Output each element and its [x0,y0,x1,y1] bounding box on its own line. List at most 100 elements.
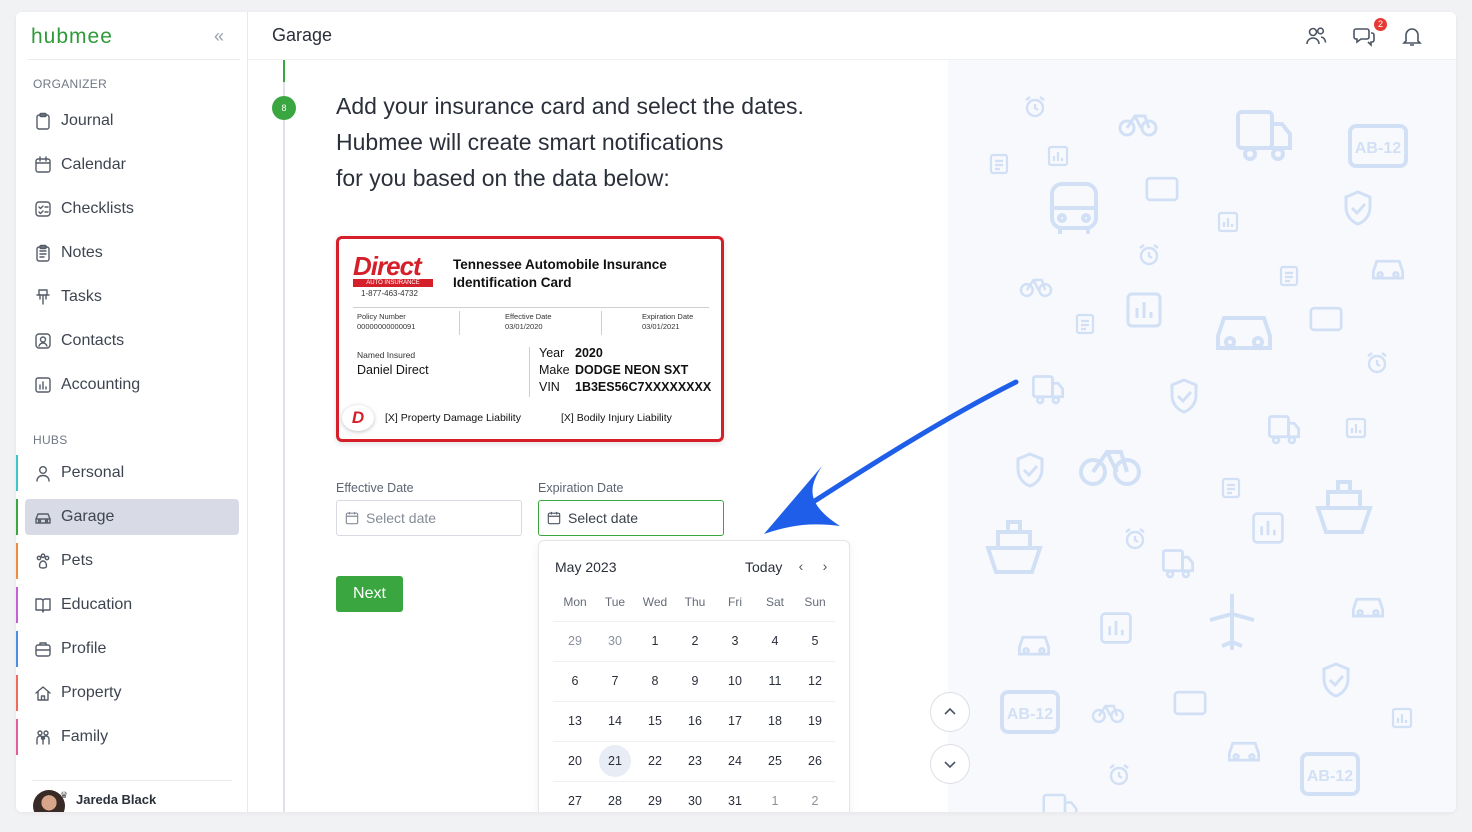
calendar-day[interactable]: 9 [679,665,711,697]
hub-color-bar [16,719,18,755]
calendar-day[interactable]: 26 [799,745,831,777]
calendar-day[interactable]: 5 [799,625,831,657]
expiration-date-input[interactable]: Select date [538,500,724,536]
sidebar-item-pets[interactable]: Pets [25,543,239,579]
app-window: hubmee « ORGANIZER Journal Calendar Checkl… [16,12,1456,812]
hub-color-bar [16,499,18,535]
calendar-day[interactable]: 17 [719,705,751,737]
calendar-day[interactable]: 30 [679,785,711,812]
paw-icon [34,552,52,570]
calendar-month-title: May 2023 [555,559,617,575]
shield-icon [1322,662,1350,698]
calendar-icon [547,511,561,525]
user-name[interactable]: Jareda Black [76,792,156,807]
sidebar-item-garage[interactable]: Garage [25,499,239,535]
bar-chart-icon [1100,612,1132,644]
person-icon [34,464,52,482]
calendar-day[interactable]: 20 [559,745,591,777]
airplane-icon [1209,594,1255,650]
car-icon [1351,597,1385,618]
sidebar-item-contacts[interactable]: Contacts [25,323,239,359]
calendar-day[interactable]: 12 [799,665,831,697]
sidebar-item-journal[interactable]: Journal [25,103,239,139]
chevron-right-icon[interactable]: › [817,558,833,576]
chevrons-left-icon[interactable]: « [214,26,224,47]
calendar-day[interactable]: 29 [559,625,591,657]
hubs-section-title: HUBS [33,433,68,447]
ship-icon [1315,480,1373,534]
scroll-up-button[interactable] [930,692,970,732]
bicycle-icon [1019,278,1053,298]
calendar-day[interactable]: 2 [679,625,711,657]
chevron-down-icon [944,761,956,769]
calendar-day[interactable]: 22 [639,745,671,777]
calendar-day[interactable]: 24 [719,745,751,777]
sidebar-item-tasks[interactable]: Tasks [25,279,239,315]
app-logo[interactable]: hubmee [31,25,113,49]
divider [459,311,460,335]
calendar-day[interactable]: 4 [759,625,791,657]
note-icon [34,244,52,262]
policy-number-value: 00000000000091 [357,322,416,331]
timeline-progress [283,60,285,82]
divider [32,780,232,781]
sidebar-item-checklists[interactable]: Checklists [25,191,239,227]
sidebar-item-education[interactable]: Education [25,587,239,623]
calendar-day[interactable]: 2 [799,785,831,812]
calendar-day[interactable]: 21 [599,745,631,777]
calendar-day[interactable]: 3 [719,625,751,657]
sidebar-item-profile[interactable]: Profile [25,631,239,667]
calendar-day[interactable]: 7 [599,665,631,697]
today-button[interactable]: Today [745,559,782,575]
license-plate-icon: AB-12 [1300,752,1360,796]
calendar-day[interactable]: 10 [719,665,751,697]
divider [28,59,240,60]
card-expiration-value: 03/01/2021 [642,322,680,331]
year-label: Year [539,346,565,360]
calendar-day[interactable]: 27 [559,785,591,812]
sidebar-item-accounting[interactable]: Accounting [25,367,239,403]
sidebar-item-notes[interactable]: Notes [25,235,239,271]
scroll-down-button[interactable] [930,744,970,784]
sidebar-item-personal[interactable]: Personal [25,455,239,491]
svg-text:AB-12: AB-12 [1307,768,1353,785]
calendar-day[interactable]: 16 [679,705,711,737]
car-icon [34,508,52,526]
calendar-day[interactable]: 25 [759,745,791,777]
document-icon [989,153,1009,175]
calendar-day[interactable]: 18 [759,705,791,737]
calendar-day[interactable]: 15 [639,705,671,737]
next-button[interactable]: Next [336,576,403,612]
sidebar-item-family[interactable]: Family [25,719,239,755]
calendar-day[interactable]: 11 [759,665,791,697]
truck-icon [1236,110,1292,161]
chevron-left-icon[interactable]: ‹ [793,558,809,576]
calendar-day[interactable]: 19 [799,705,831,737]
calendar-icon [34,156,52,174]
people-icon[interactable] [1304,24,1328,48]
car-icon [1216,316,1272,350]
page-title: Garage [272,25,333,45]
insurance-card-image: Direct AUTO INSURANCE 1-877-463-4732 Ten… [336,236,724,442]
bell-icon[interactable] [1400,24,1424,48]
contact-icon [34,332,52,350]
calendar-day[interactable]: 30 [599,625,631,657]
effective-date-input[interactable]: Select date [336,500,522,536]
chat-icon[interactable] [1352,24,1376,48]
calendar-day[interactable]: 31 [719,785,751,812]
calendar-day[interactable]: 1 [759,785,791,812]
crown-icon: ♛ [60,790,69,800]
calendar-day[interactable]: 8 [639,665,671,697]
calendar-day[interactable]: 23 [679,745,711,777]
calendar-day[interactable]: 6 [559,665,591,697]
calendar-day[interactable]: 14 [599,705,631,737]
calendar-day[interactable]: 28 [599,785,631,812]
policy-number-label: Policy Number [357,312,406,321]
calendar-day[interactable]: 13 [559,705,591,737]
sidebar-item-property[interactable]: Property [25,675,239,711]
card-brand-subtitle: AUTO INSURANCE [353,279,433,287]
calendar-day[interactable]: 29 [639,785,671,812]
calendar-day[interactable]: 1 [639,625,671,657]
bar-chart-icon [1391,707,1413,729]
sidebar-item-calendar[interactable]: Calendar [25,147,239,183]
